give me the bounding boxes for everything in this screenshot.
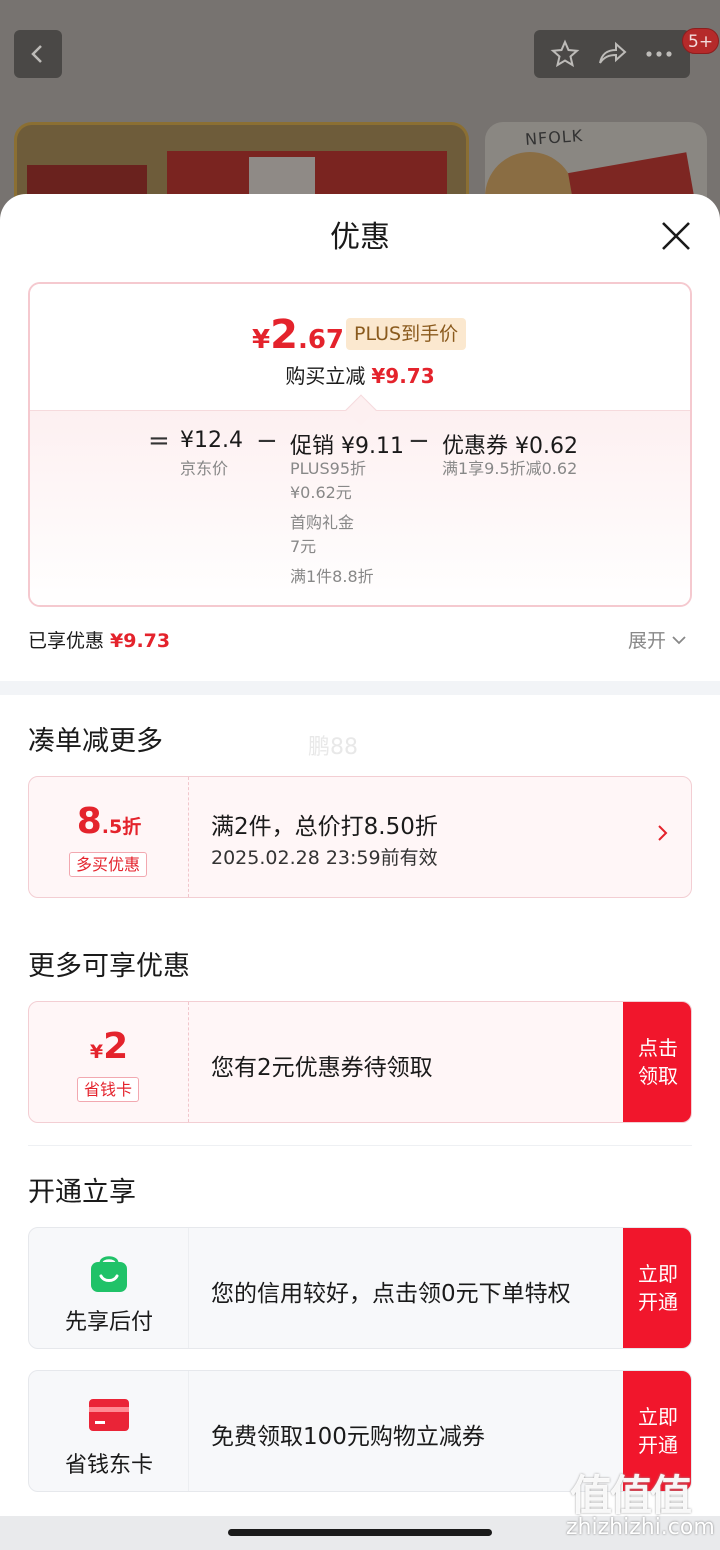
sheet-title: 优惠 [330, 220, 390, 255]
bundle-rule: 满2件，总价打8.50折 [211, 814, 438, 840]
saving-jd-text: 免费领取100元购物立减券 [211, 1424, 485, 1450]
bundle-validity: 2025.02.28 23:59前有效 [211, 847, 438, 869]
more-icon[interactable] [644, 49, 674, 59]
more-section-title: 更多可享优惠 [28, 951, 190, 982]
equals-sign: = [148, 426, 170, 456]
plus-price-tag: PLUS到手价 [346, 318, 467, 350]
discount-badge: 8.5折 多买优惠 [29, 777, 189, 897]
coupon-amount: 优惠券 ¥0.62 [442, 434, 578, 459]
site-logo: 值值值 [570, 1471, 692, 1520]
pay-later-card: 先享后付 您的信用较好，点击领0元下单特权 立即 开通 [28, 1227, 692, 1349]
minus-sign: − [256, 426, 278, 456]
final-price: ¥ 2 .67 [252, 312, 344, 358]
pay-later-badge: 先享后付 [29, 1228, 189, 1348]
promo-item: ¥0.62元 [290, 483, 352, 502]
pay-later-text: 您的信用较好，点击领0元下单特权 [211, 1281, 571, 1307]
top-action-group [534, 30, 690, 78]
card-icon [89, 1399, 129, 1431]
chevron-down-icon [672, 635, 686, 644]
claim-button[interactable]: 点击 领取 [623, 1002, 691, 1122]
coupon-badge: ¥2 省钱卡 [29, 1002, 189, 1122]
close-button[interactable] [656, 216, 696, 256]
chevron-left-icon [31, 45, 42, 63]
saving-card-tag: 省钱卡 [77, 1077, 140, 1102]
back-button[interactable] [14, 30, 62, 78]
message-count-badge: 5+ [682, 28, 720, 54]
price-summary-card: ¥ 2 .67 PLUS到手价 购买立减 ¥9.73 = ¥12.4 京东价 − … [28, 282, 692, 607]
jd-price: ¥12.4 [180, 428, 243, 453]
saving-jd-badge: 省钱东卡 [29, 1371, 189, 1491]
discount-sheet: 优惠 ¥ 2 .67 PLUS到手价 购买立减 ¥9.73 = ¥12.4 京东价… [0, 194, 720, 1550]
pay-later-name: 先享后付 [64, 1310, 153, 1335]
watermark: 鹏88 [308, 735, 358, 760]
bundle-discount-card[interactable]: 8.5折 多买优惠 满2件，总价打8.50折 2025.02.28 23:59前… [28, 776, 692, 898]
site-url: zhizhizhi.com [566, 1515, 715, 1540]
multi-buy-tag: 多买优惠 [69, 852, 148, 877]
promo-item: PLUS95折 [290, 459, 366, 478]
share-icon[interactable] [596, 39, 628, 69]
home-indicator[interactable] [228, 1529, 492, 1536]
shopping-bag-icon [91, 1256, 127, 1292]
section-divider [0, 681, 720, 695]
star-icon[interactable] [550, 39, 580, 69]
chevron-right-icon [658, 825, 668, 841]
buy-reduce-line: 购买立减 ¥9.73 [285, 364, 435, 388]
jd-price-label: 京东价 [180, 459, 229, 478]
promo-amount: 促销 ¥9.11 [290, 434, 404, 459]
promo-item: 首购礼金 [290, 513, 355, 532]
bundle-section-title: 凑单减更多 [28, 726, 163, 757]
promo-item: 满1件8.8折 [290, 567, 374, 586]
saving-jd-name: 省钱东卡 [64, 1453, 153, 1478]
minus-sign: − [408, 426, 430, 456]
promo-item: 7元 [290, 537, 317, 556]
activate-button[interactable]: 立即 开通 [623, 1228, 691, 1348]
divider-line [28, 1145, 692, 1146]
enjoyed-discount: 已享优惠 ¥9.73 [28, 630, 171, 652]
coupon-desc: 满1享9.5折减0.62 [442, 459, 578, 478]
close-icon [662, 222, 690, 250]
expand-toggle[interactable]: 展开 [628, 626, 686, 653]
open-section-title: 开通立享 [28, 1177, 136, 1208]
coupon-pending-text: 您有2元优惠券待领取 [211, 1055, 433, 1081]
saving-card-coupon: ¥2 省钱卡 您有2元优惠券待领取 点击 领取 [28, 1001, 692, 1123]
